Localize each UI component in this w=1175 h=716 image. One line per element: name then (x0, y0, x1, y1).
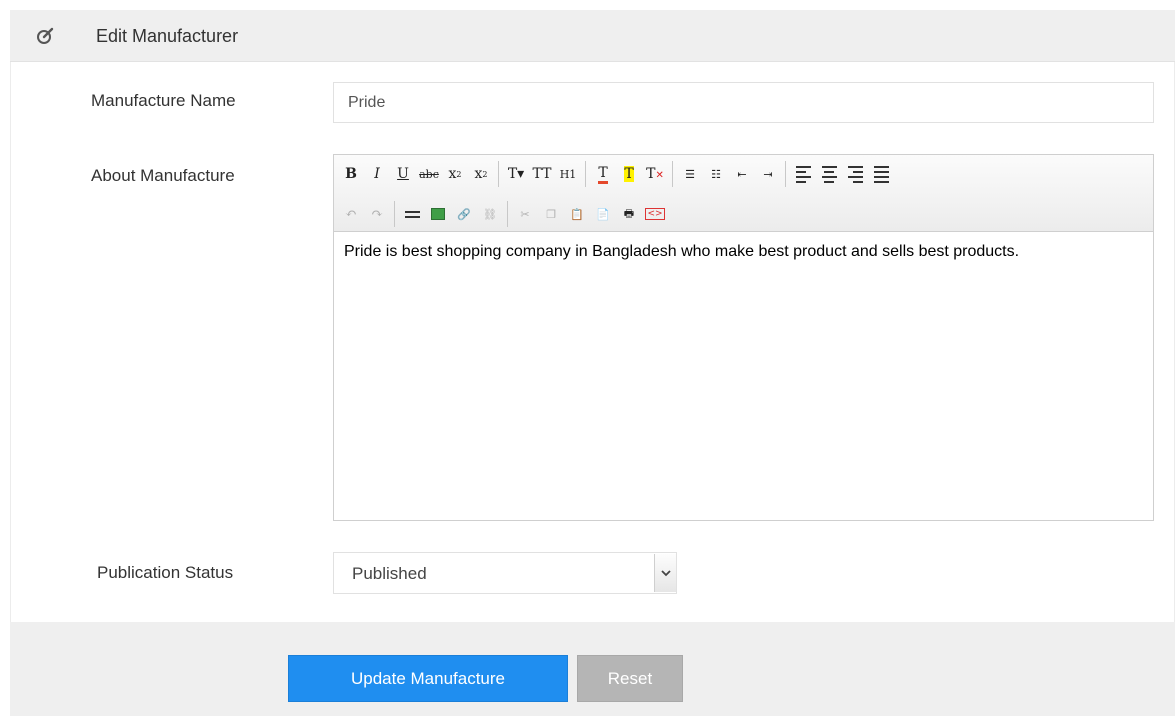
publication-status-label: Publication Status (97, 563, 234, 582)
toolbar-row-1: B I U abc x2 x2 T▾ TT H1 T T T✕ ☰ ☷ ⇤ ⇥ (338, 158, 894, 190)
toolbar-divider (672, 161, 673, 187)
toolbar-row-2: ↶ ↷ 🔗 ⛓ ✂ ❐ 📋 📄 🖶 <> (338, 198, 668, 230)
text-color-icon[interactable]: T (591, 162, 615, 186)
font-size-icon[interactable]: T▾ (504, 162, 528, 186)
unordered-list-icon[interactable]: ☰ (678, 162, 702, 186)
indent-icon[interactable]: ⇥ (756, 162, 780, 186)
editor-toolbar: B I U abc x2 x2 T▾ TT H1 T T T✕ ☰ ☷ ⇤ ⇥ (334, 155, 1153, 232)
edit-icon (37, 27, 54, 44)
superscript-icon[interactable]: x2 (469, 162, 493, 186)
paste-text-icon[interactable]: 📄 (591, 202, 615, 226)
link-icon[interactable]: 🔗 (452, 202, 476, 226)
manufacture-name-label: Manufacture Name (91, 91, 236, 110)
align-right-icon[interactable] (843, 162, 867, 186)
publication-status-value: Published (352, 564, 427, 583)
font-family-icon[interactable]: TT (530, 162, 554, 186)
toolbar-divider (507, 201, 508, 227)
panel-header: Edit Manufacturer (10, 10, 1175, 62)
align-left-icon[interactable] (791, 162, 815, 186)
strikethrough-icon[interactable]: abc (417, 162, 441, 186)
justify-icon[interactable] (869, 162, 893, 186)
heading-icon[interactable]: H1 (556, 162, 580, 186)
toolbar-divider (585, 161, 586, 187)
paste-icon[interactable]: 📋 (565, 202, 589, 226)
copy-icon[interactable]: ❐ (539, 202, 563, 226)
reset-button[interactable]: Reset (577, 655, 683, 702)
align-center-icon[interactable] (817, 162, 841, 186)
manufacture-name-input[interactable] (333, 82, 1154, 123)
publication-status-select[interactable]: Published (333, 552, 677, 594)
outdent-icon[interactable]: ⇤ (730, 162, 754, 186)
remove-format-icon[interactable]: T✕ (643, 162, 667, 186)
page-title: Edit Manufacturer (96, 26, 239, 46)
rich-text-editor: B I U abc x2 x2 T▾ TT H1 T T T✕ ☰ ☷ ⇤ ⇥ (333, 154, 1154, 521)
print-icon[interactable]: 🖶 (617, 202, 641, 226)
update-manufacture-button[interactable]: Update Manufacture (288, 655, 568, 702)
editor-content[interactable]: Pride is best shopping company in Bangla… (334, 233, 1153, 520)
bold-icon[interactable]: B (339, 162, 363, 186)
source-icon[interactable]: <> (643, 202, 667, 226)
cut-icon[interactable]: ✂ (513, 202, 537, 226)
toolbar-divider (785, 161, 786, 187)
ordered-list-icon[interactable]: ☷ (704, 162, 728, 186)
undo-icon[interactable]: ↶ (339, 202, 363, 226)
image-icon[interactable] (426, 202, 450, 226)
toolbar-divider (498, 161, 499, 187)
unlink-icon[interactable]: ⛓ (478, 202, 502, 226)
about-manufacture-label: About Manufacture (91, 166, 235, 185)
italic-icon[interactable]: I (365, 162, 389, 186)
subscript-icon[interactable]: x2 (443, 162, 467, 186)
underline-icon[interactable]: U (391, 162, 415, 186)
chevron-down-icon[interactable] (654, 554, 676, 592)
horizontal-rule-icon[interactable] (400, 202, 424, 226)
edit-manufacturer-panel: Edit Manufacturer Manufacture Name About… (10, 0, 1175, 716)
toolbar-divider (394, 201, 395, 227)
redo-icon[interactable]: ↷ (365, 202, 389, 226)
highlight-icon[interactable]: T (617, 162, 641, 186)
